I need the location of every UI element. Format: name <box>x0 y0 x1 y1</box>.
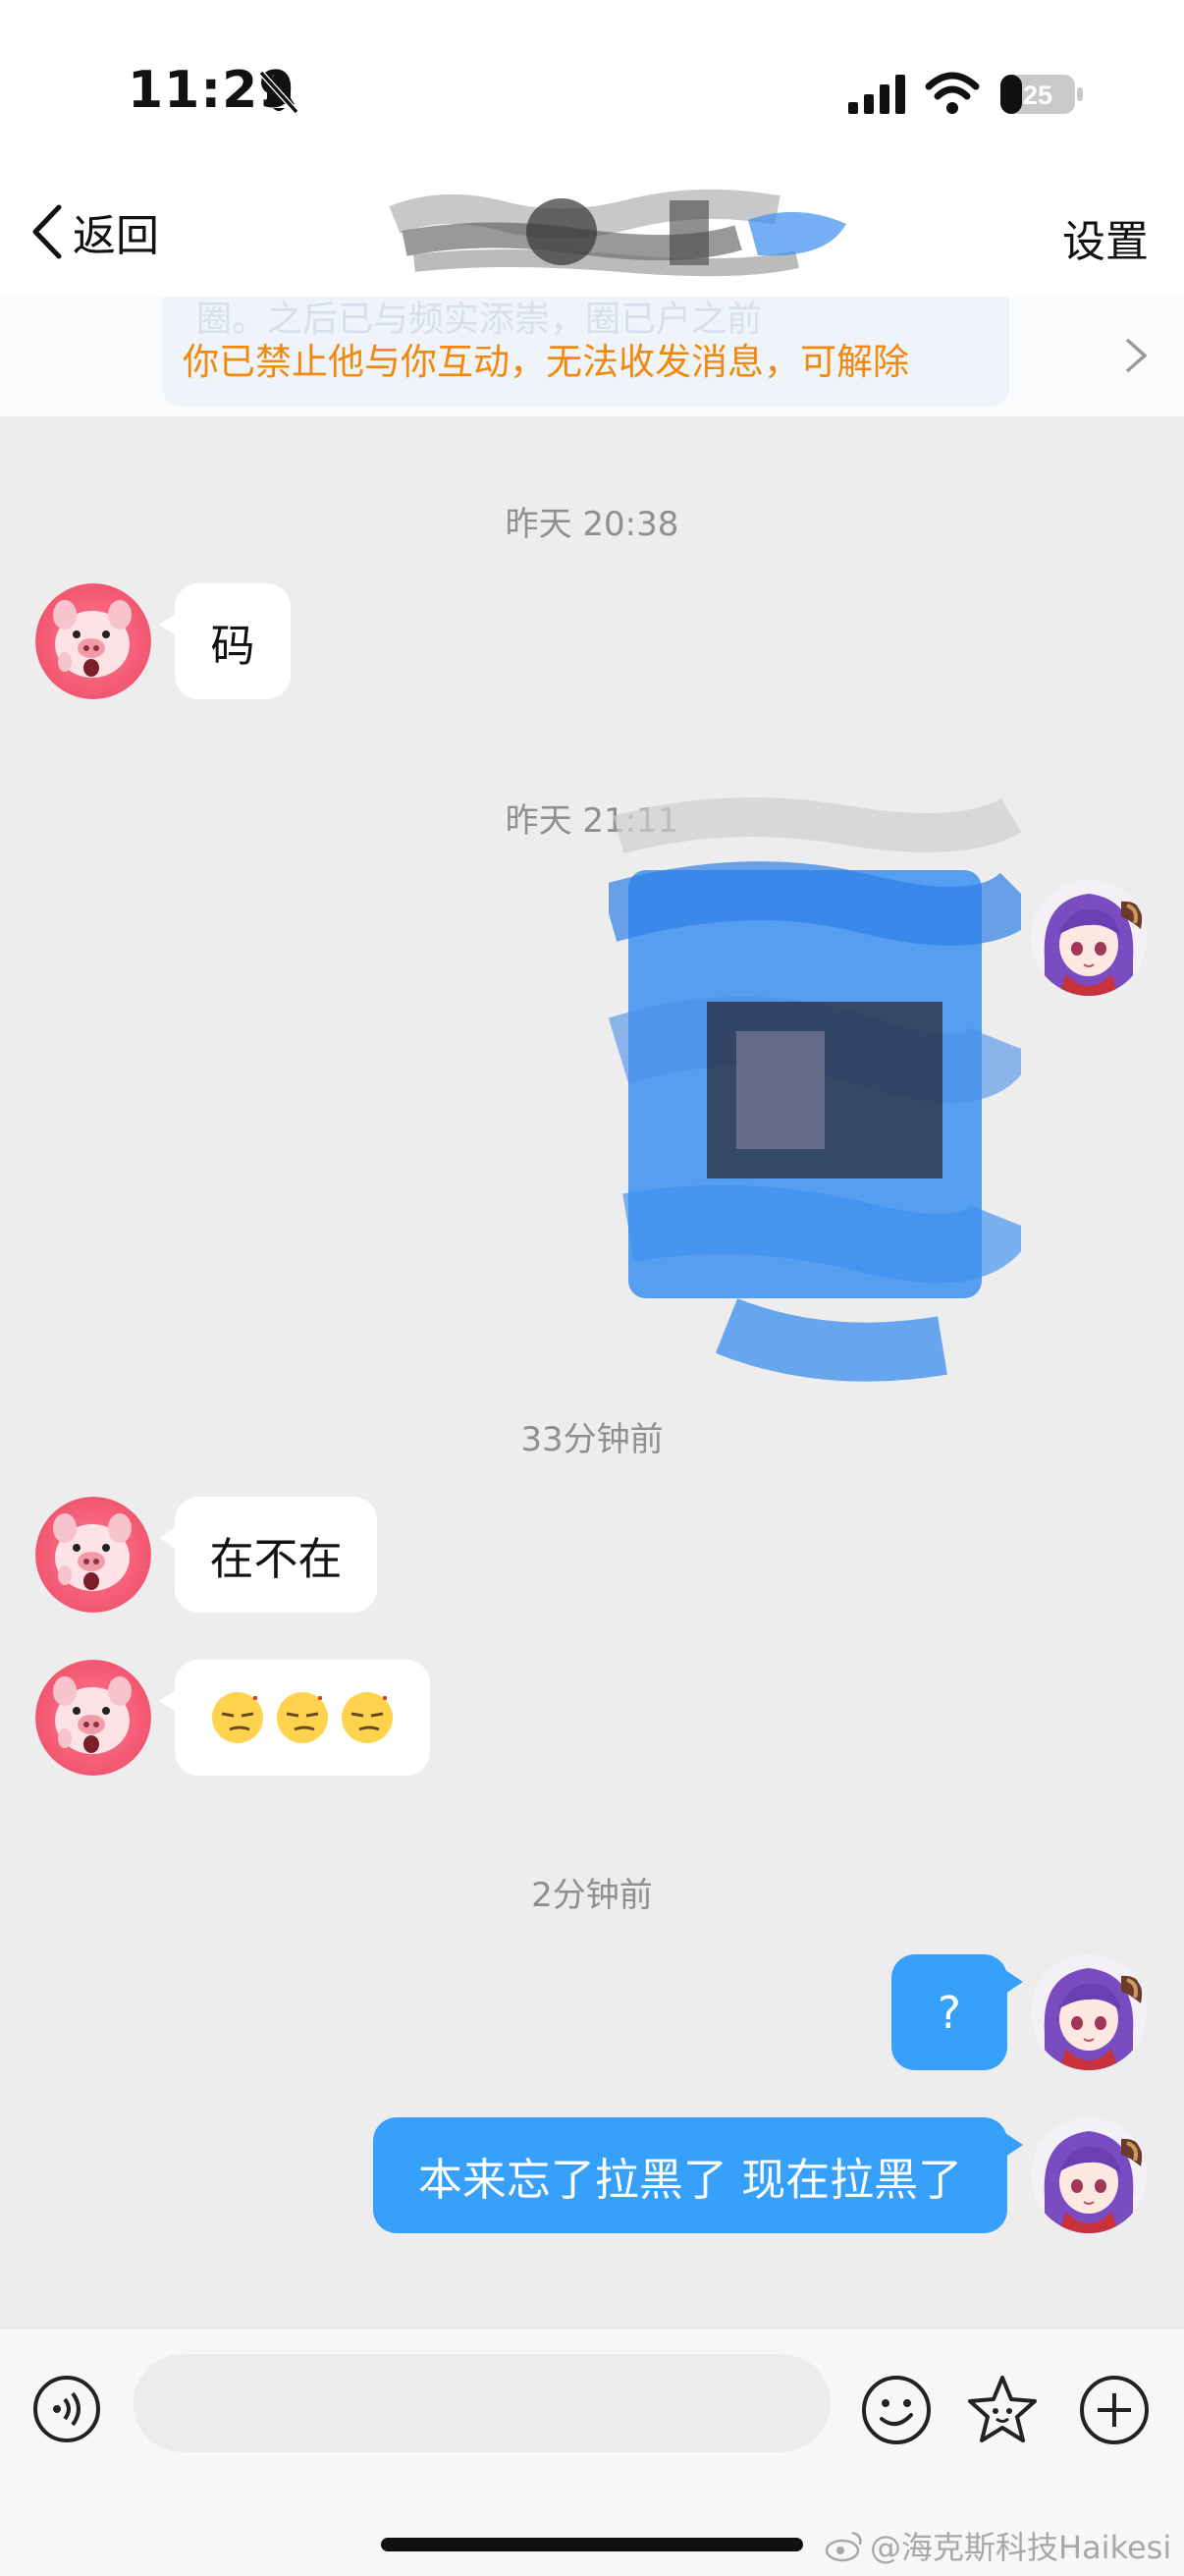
message-bubble-emoji[interactable] <box>159 1660 430 1776</box>
message-bubble-outgoing[interactable]: ? <box>891 1954 1023 2070</box>
timestamp: 昨天 20:38 <box>505 505 679 544</box>
voice-icon[interactable] <box>31 2374 102 2444</box>
contact-avatar[interactable] <box>35 1660 151 1776</box>
star-icon[interactable] <box>964 2372 1041 2448</box>
contact-name-redacted[interactable] <box>385 181 925 283</box>
my-avatar[interactable] <box>1031 1954 1147 2070</box>
message-input[interactable] <box>134 2354 831 2452</box>
wifi-icon <box>925 72 980 114</box>
my-avatar[interactable] <box>1031 2117 1147 2233</box>
message-text: 本来忘了拉黑了 现在拉黑了 <box>417 2153 963 2206</box>
plus-icon[interactable] <box>1078 2374 1151 2446</box>
watermark: @海克斯科技Haikesi <box>825 2523 1171 2568</box>
smirk-emoji-icon <box>210 1690 265 1745</box>
back-label: 返回 <box>73 211 159 261</box>
message-text: ? <box>938 1986 961 2039</box>
message-text: 在不在 <box>209 1532 343 1585</box>
battery-level: 25 <box>1023 81 1052 110</box>
redacted-image-message[interactable] <box>609 795 1021 1404</box>
contact-avatar[interactable] <box>35 1497 151 1613</box>
blocked-banner[interactable]: 圈。之后已与频实添崇，圈已户之前 你已禁止他与你互动，无法收发消息，可解除 <box>0 297 1184 417</box>
contact-avatar[interactable] <box>35 583 151 699</box>
chat-header: 返回 设置 <box>0 167 1184 298</box>
input-bar: @海克斯科技Haikesi <box>0 2328 1184 2576</box>
chevron-right-icon <box>1125 338 1148 373</box>
weibo-icon <box>825 2531 862 2562</box>
battery-icon: 25 <box>1000 75 1083 114</box>
message-bubble-incoming[interactable]: 在不在 <box>159 1497 377 1613</box>
smirk-emoji-icon <box>340 1690 395 1745</box>
my-avatar[interactable] <box>1031 880 1147 996</box>
message-bubble-outgoing[interactable]: 本来忘了拉黑了 现在拉黑了 <box>373 2117 1023 2233</box>
timestamp: 33分钟前 <box>520 1420 664 1459</box>
status-bar: 11:29 25 <box>0 0 1184 167</box>
bell-slash-icon <box>258 70 299 115</box>
emoji-icon[interactable] <box>860 2374 933 2446</box>
signal-icon <box>848 75 905 114</box>
back-button[interactable]: 返回 <box>29 202 159 261</box>
banner-text: 你已禁止他与你互动，无法收发消息，可解除 <box>183 341 909 383</box>
timestamp: 2分钟前 <box>531 1876 653 1915</box>
home-indicator <box>381 2538 803 2551</box>
watermark-text: @海克斯科技Haikesi <box>870 2529 1172 2566</box>
smirk-emoji-icon <box>275 1690 330 1745</box>
settings-button[interactable]: 设置 <box>1062 206 1149 269</box>
message-text: 码 <box>210 619 255 672</box>
chevron-left-icon <box>32 204 62 259</box>
message-bubble-incoming[interactable]: 码 <box>159 583 291 699</box>
